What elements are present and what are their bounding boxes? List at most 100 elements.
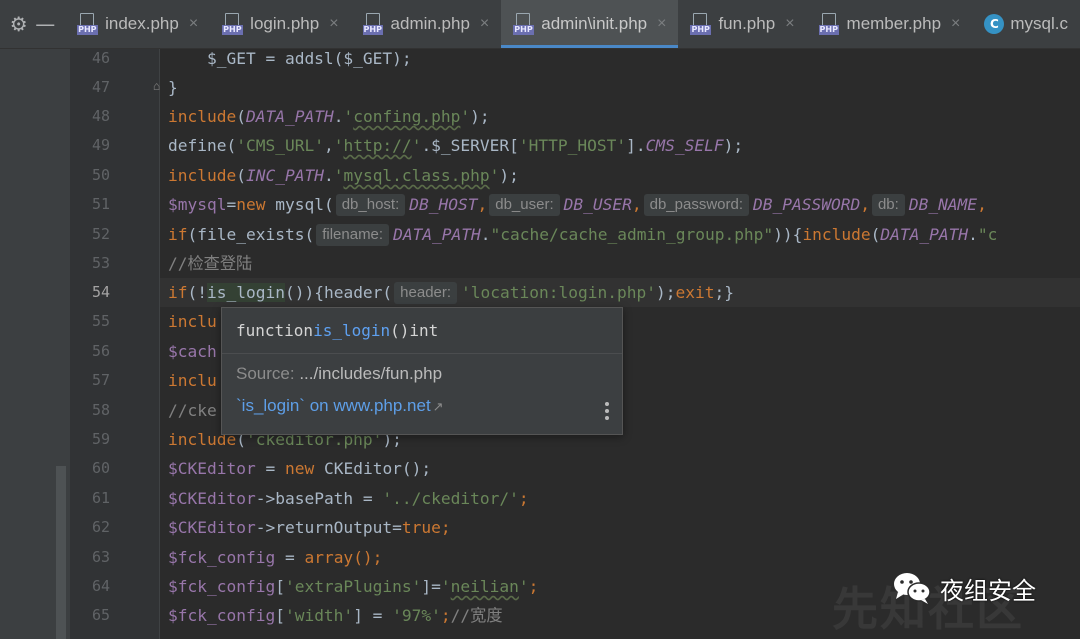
source-info: Source: .../includes/fun.php [236, 364, 442, 384]
code-line-57[interactable]: inclu [168, 366, 217, 395]
code-line-61[interactable]: $CKEditor->basePath = '../ckeditor/'; [168, 484, 529, 513]
code-line-55[interactable]: inclu [168, 307, 217, 336]
tab-admin-php[interactable]: PHP admin.php × [351, 0, 502, 48]
constant: DATA_PATH [393, 225, 481, 244]
constant: INC_PATH [245, 166, 324, 185]
code-text: , [477, 195, 488, 214]
tab-member-php[interactable]: PHP member.php × [807, 0, 973, 48]
tab-mysql-class[interactable]: C mysql.c [972, 0, 1080, 48]
tab-label: login.php [250, 14, 320, 33]
code-line-52[interactable]: if(file_exists(filename: DATA_PATH."cache… [168, 220, 997, 249]
line-number: 58 [91, 401, 110, 419]
code-line-56[interactable]: $cach [168, 337, 217, 366]
php-file-icon: PHP [362, 13, 385, 35]
function-call-is-login[interactable]: is_login [207, 283, 285, 302]
tab-fun-php[interactable]: PHP fun.php × [678, 0, 806, 48]
close-icon[interactable]: × [951, 15, 960, 33]
close-icon[interactable]: × [480, 15, 489, 33]
code-text: = [226, 195, 237, 214]
code-text: ; [440, 606, 451, 625]
string: ' [440, 577, 451, 596]
string: ' [489, 166, 500, 185]
variable: $fck_config [168, 577, 276, 596]
variable: $CKEditor [168, 518, 256, 537]
close-icon[interactable]: × [189, 15, 198, 33]
constant: DATA_PATH [245, 107, 334, 126]
code-line-51[interactable]: $mysql=new mysql(db_host: DB_HOST, db_user… [168, 190, 987, 219]
link-text[interactable]: `is_login` on www.php.net [236, 396, 431, 415]
code-line-46[interactable]: $_GET = addsl($_GET); [168, 44, 412, 73]
string: "c [977, 225, 998, 244]
line-number: 52 [91, 225, 110, 243]
string: confing.php [353, 107, 461, 126]
minus-icon[interactable]: — [35, 14, 55, 34]
keyword: new [284, 459, 315, 478]
editor-tab-bar: ⚙ — PHP index.php × PHP login.php × PHP … [0, 0, 1080, 49]
code-line-54[interactable]: if(!is_login()){header(header:'location:… [168, 278, 734, 307]
code-line-50[interactable]: include(INC_PATH.'mysql.class.php'); [168, 161, 519, 190]
code-text: $_GET = addsl($_GET); [168, 49, 412, 68]
variable: $cach [168, 342, 217, 361]
code-text: )){ [773, 225, 803, 244]
line-number: 57 [91, 371, 110, 389]
parameter-hint: db_host: [335, 194, 406, 216]
constant: DB_NAME [908, 195, 978, 214]
code-line-60[interactable]: $CKEditor = new CKEditor(); [168, 454, 431, 483]
string: ' [460, 107, 471, 126]
signature-name: is_login [313, 321, 391, 340]
line-number: 63 [91, 548, 110, 566]
fold-marker-icon[interactable]: ⌂ [153, 79, 160, 93]
watermark-text: 夜组安全 [940, 576, 1036, 605]
code-line-53[interactable]: //检查登陆 [168, 249, 252, 278]
php-net-link[interactable]: `is_login` on www.php.net ↗ [236, 396, 444, 416]
code-text: ; [440, 518, 451, 537]
parameter-hint: db: [871, 194, 905, 216]
variable: $fck_config [168, 548, 276, 567]
code-line-64[interactable]: $fck_config['extraPlugins']='neilian'; [168, 572, 538, 601]
keyword: if [168, 225, 188, 244]
tab-index-php[interactable]: PHP index.php × [65, 0, 210, 48]
string: ' [411, 136, 422, 155]
keyword: include [168, 166, 237, 185]
variable: $mysql [168, 195, 227, 214]
code-line-63[interactable]: $fck_config = array(); [168, 543, 382, 572]
line-number: 59 [91, 430, 110, 448]
line-number: 50 [91, 166, 110, 184]
code-text: . [968, 225, 978, 244]
keyword: true [401, 518, 441, 537]
parameter-hint: filename: [316, 224, 390, 246]
string: 'CMS_URL' [236, 136, 324, 155]
scrollbar-thumb[interactable] [56, 466, 66, 639]
comment: //宽度 [450, 606, 503, 625]
php-file-icon: PHP [513, 13, 535, 35]
code-text: , [860, 195, 870, 214]
code-line-47[interactable]: } [168, 73, 178, 102]
watermark: 夜组安全 [892, 570, 1036, 606]
tab-admin-init-php[interactable]: PHP admin\init.php × [501, 0, 679, 48]
more-vertical-icon[interactable] [604, 402, 610, 420]
close-icon[interactable]: × [785, 15, 794, 33]
code-line-49[interactable]: define('CMS_URL','http://'.$_SERVER['HTT… [168, 131, 743, 160]
code-line-58[interactable]: //cke [168, 396, 217, 425]
code-text: ); [470, 107, 490, 126]
keyword: new [236, 195, 266, 214]
string: 'HTTP_HOST' [518, 136, 627, 155]
string: http:// [343, 136, 412, 155]
tab-label: admin.php [390, 14, 470, 33]
string: '97%' [392, 606, 441, 625]
code-text: . [323, 166, 334, 185]
tab-login-php[interactable]: PHP login.php × [210, 0, 350, 48]
close-icon[interactable]: × [329, 15, 338, 33]
close-icon[interactable]: × [657, 15, 666, 33]
code-text: } [168, 78, 178, 97]
constant: CMS_SELF [645, 136, 724, 155]
line-number: 46 [91, 49, 110, 67]
php-file-icon: PHP [222, 13, 244, 35]
signature-params: () [390, 321, 410, 340]
code-line-48[interactable]: include(DATA_PATH.'confing.php'); [168, 102, 490, 131]
code-line-65[interactable]: $fck_config['width'] = '97%';//宽度 [168, 601, 503, 630]
code-line-62[interactable]: $CKEditor->returnOutput=true; [168, 513, 451, 542]
string: mysql.class.php [343, 166, 490, 185]
line-number: 56 [91, 342, 110, 360]
gear-icon[interactable]: ⚙ [10, 14, 28, 34]
